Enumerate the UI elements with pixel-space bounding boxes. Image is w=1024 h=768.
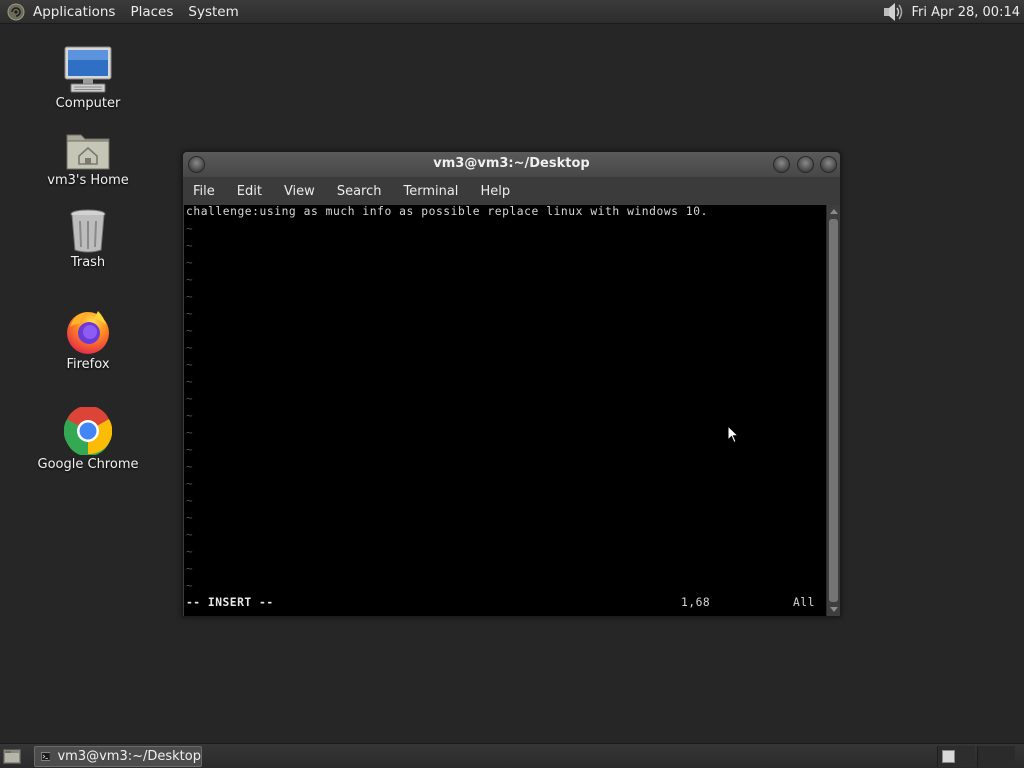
desktop-icon-computer[interactable]: Computer bbox=[28, 46, 148, 111]
empty-line-marker: ~ bbox=[186, 409, 193, 422]
empty-line-marker: ~ bbox=[186, 460, 193, 473]
empty-line-marker: ~ bbox=[186, 256, 193, 269]
mouse-pointer-icon bbox=[727, 425, 739, 444]
empty-line-marker: ~ bbox=[186, 494, 193, 507]
system-menu[interactable]: System bbox=[188, 4, 238, 20]
terminal-area[interactable]: challenge:using as much info as possible… bbox=[184, 205, 826, 616]
home-folder-icon bbox=[66, 134, 110, 170]
desktop-icon-firefox[interactable]: Firefox bbox=[28, 307, 148, 372]
empty-line-marker: ~ bbox=[186, 290, 193, 303]
empty-line-marker: ~ bbox=[186, 358, 193, 371]
menu-search[interactable]: Search bbox=[337, 184, 382, 199]
desktop-icon-label: Trash bbox=[70, 255, 106, 270]
clock[interactable]: Fri Apr 28, 00:14 bbox=[911, 5, 1020, 20]
empty-line-marker: ~ bbox=[186, 392, 193, 405]
menu-view[interactable]: View bbox=[284, 184, 315, 199]
minimize-button[interactable] bbox=[773, 156, 790, 173]
empty-line-marker: ~ bbox=[186, 477, 193, 490]
empty-line-marker: ~ bbox=[186, 528, 193, 541]
empty-line-marker: ~ bbox=[186, 579, 193, 592]
distro-logo-icon[interactable] bbox=[7, 3, 25, 21]
workspace-window-thumbnail bbox=[942, 750, 955, 763]
empty-line-marker: ~ bbox=[186, 273, 193, 286]
menu-help[interactable]: Help bbox=[480, 184, 510, 199]
desktop-icon-home[interactable]: vm3's Home bbox=[28, 129, 148, 188]
workspace-1[interactable] bbox=[937, 746, 975, 767]
scroll-up-arrow-icon[interactable] bbox=[830, 209, 838, 214]
scroll-down-arrow-icon[interactable] bbox=[830, 607, 838, 612]
empty-line-marker: ~ bbox=[186, 562, 193, 575]
window-title: vm3@vm3:~/Desktop bbox=[433, 156, 590, 171]
vim-mode-indicator: -- INSERT -- bbox=[186, 596, 274, 609]
desktop-icon-label: Firefox bbox=[66, 357, 110, 372]
empty-line-marker: ~ bbox=[186, 511, 193, 524]
desktop-icon-trash[interactable]: Trash bbox=[28, 209, 148, 270]
speaker-icon[interactable] bbox=[881, 1, 905, 23]
bottom-panel: vm3@vm3:~/Desktop bbox=[0, 743, 1024, 768]
window-menubar: File Edit View Search Terminal Help bbox=[183, 177, 840, 205]
maximize-button[interactable] bbox=[797, 156, 814, 173]
show-desktop-icon[interactable] bbox=[3, 749, 21, 764]
terminal-scrollbar[interactable] bbox=[826, 205, 840, 616]
terminal-window: vm3@vm3:~/Desktop File Edit View Search … bbox=[182, 151, 841, 617]
workspace-2[interactable] bbox=[977, 746, 1015, 767]
applications-menu[interactable]: Applications bbox=[33, 4, 115, 20]
firefox-icon bbox=[67, 311, 109, 354]
empty-line-marker: ~ bbox=[186, 307, 193, 320]
desktop-icon-chrome[interactable]: Google Chrome bbox=[28, 407, 148, 472]
places-menu[interactable]: Places bbox=[130, 4, 173, 20]
scroll-position: All bbox=[793, 596, 815, 609]
editor-text-line: challenge:using as much info as possible… bbox=[186, 205, 708, 218]
window-titlebar[interactable]: vm3@vm3:~/Desktop bbox=[183, 152, 840, 177]
empty-line-marker: ~ bbox=[186, 375, 193, 388]
terminal-icon bbox=[41, 752, 51, 761]
empty-line-marker: ~ bbox=[186, 341, 193, 354]
desktop-icon-label: vm3's Home bbox=[47, 173, 129, 188]
empty-line-marker: ~ bbox=[186, 443, 193, 456]
taskbar-item-label: vm3@vm3:~/Desktop bbox=[57, 749, 201, 764]
desktop-icon-label: Google Chrome bbox=[37, 457, 139, 472]
desktop-icon-label: Computer bbox=[55, 96, 121, 111]
empty-line-marker: ~ bbox=[186, 222, 193, 235]
computer-icon bbox=[64, 46, 112, 93]
empty-line-marker: ~ bbox=[186, 239, 193, 252]
menu-terminal[interactable]: Terminal bbox=[403, 184, 458, 199]
cursor-position: 1,68 bbox=[681, 596, 711, 609]
scrollbar-thumb[interactable] bbox=[829, 219, 838, 602]
top-panel: Applications Places System Fri Apr 28, 0… bbox=[0, 0, 1024, 24]
taskbar-item-terminal[interactable]: vm3@vm3:~/Desktop bbox=[34, 746, 202, 767]
menu-file[interactable]: File bbox=[193, 184, 215, 199]
empty-line-marker: ~ bbox=[186, 545, 193, 558]
menu-edit[interactable]: Edit bbox=[237, 184, 262, 199]
chrome-icon bbox=[64, 407, 112, 455]
close-button[interactable] bbox=[820, 156, 837, 173]
trash-icon bbox=[70, 209, 106, 253]
empty-line-marker: ~ bbox=[186, 324, 193, 337]
empty-line-marker: ~ bbox=[186, 426, 193, 439]
